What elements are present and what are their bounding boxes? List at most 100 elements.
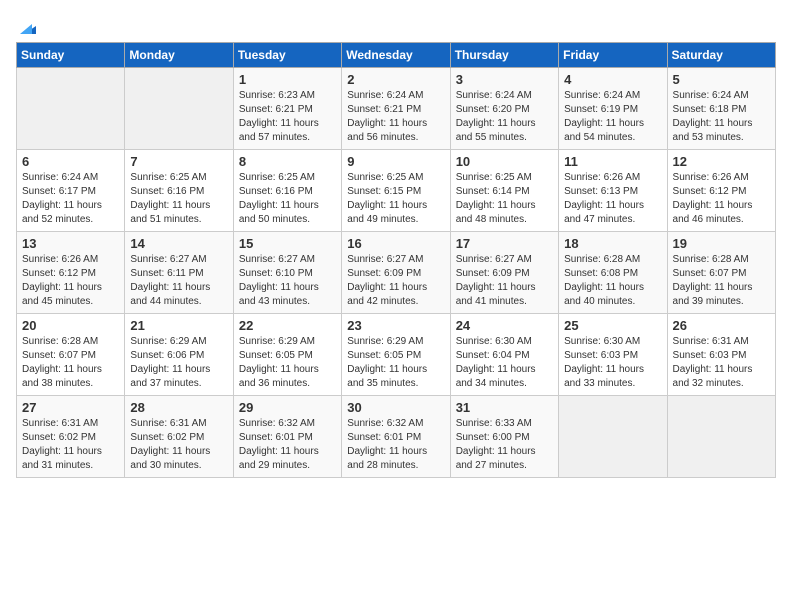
- calendar-cell: [667, 396, 775, 478]
- day-info: Sunrise: 6:25 AMSunset: 6:16 PMDaylight:…: [239, 171, 336, 227]
- day-info: Sunrise: 6:24 AMSunset: 6:19 PMDaylight:…: [564, 89, 661, 145]
- day-number: 18: [564, 236, 661, 251]
- day-info: Sunrise: 6:29 AMSunset: 6:06 PMDaylight:…: [130, 335, 227, 391]
- calendar-cell: [17, 68, 125, 150]
- calendar-cell: 17 Sunrise: 6:27 AMSunset: 6:09 PMDayligh…: [450, 232, 558, 314]
- calendar-cell: 14 Sunrise: 6:27 AMSunset: 6:11 PMDayligh…: [125, 232, 233, 314]
- calendar-cell: 9 Sunrise: 6:25 AMSunset: 6:15 PMDaylight…: [342, 150, 450, 232]
- calendar-cell: 12 Sunrise: 6:26 AMSunset: 6:12 PMDayligh…: [667, 150, 775, 232]
- day-number: 31: [456, 400, 553, 415]
- day-number: 29: [239, 400, 336, 415]
- day-number: 2: [347, 72, 444, 87]
- day-number: 9: [347, 154, 444, 169]
- calendar-cell: 28 Sunrise: 6:31 AMSunset: 6:02 PMDayligh…: [125, 396, 233, 478]
- day-number: 20: [22, 318, 119, 333]
- calendar-cell: 11 Sunrise: 6:26 AMSunset: 6:13 PMDayligh…: [559, 150, 667, 232]
- day-number: 13: [22, 236, 119, 251]
- day-info: Sunrise: 6:27 AMSunset: 6:09 PMDaylight:…: [347, 253, 444, 309]
- day-info: Sunrise: 6:29 AMSunset: 6:05 PMDaylight:…: [239, 335, 336, 391]
- day-number: 24: [456, 318, 553, 333]
- day-number: 25: [564, 318, 661, 333]
- day-number: 1: [239, 72, 336, 87]
- calendar-cell: 3 Sunrise: 6:24 AMSunset: 6:20 PMDaylight…: [450, 68, 558, 150]
- calendar-week-1: 1 Sunrise: 6:23 AMSunset: 6:21 PMDaylight…: [17, 68, 776, 150]
- day-number: 10: [456, 154, 553, 169]
- day-info: Sunrise: 6:28 AMSunset: 6:07 PMDaylight:…: [22, 335, 119, 391]
- day-info: Sunrise: 6:28 AMSunset: 6:08 PMDaylight:…: [564, 253, 661, 309]
- day-info: Sunrise: 6:33 AMSunset: 6:00 PMDaylight:…: [456, 417, 553, 473]
- calendar-week-3: 13 Sunrise: 6:26 AMSunset: 6:12 PMDayligh…: [17, 232, 776, 314]
- calendar-cell: 10 Sunrise: 6:25 AMSunset: 6:14 PMDayligh…: [450, 150, 558, 232]
- calendar-week-4: 20 Sunrise: 6:28 AMSunset: 6:07 PMDayligh…: [17, 314, 776, 396]
- calendar-cell: 2 Sunrise: 6:24 AMSunset: 6:21 PMDaylight…: [342, 68, 450, 150]
- day-number: 23: [347, 318, 444, 333]
- calendar-cell: 29 Sunrise: 6:32 AMSunset: 6:01 PMDayligh…: [233, 396, 341, 478]
- calendar-cell: 16Sunrise: 6:27 AMSunset: 6:09 PMDayligh…: [342, 232, 450, 314]
- day-info: Sunrise: 6:25 AMSunset: 6:15 PMDaylight:…: [347, 171, 444, 227]
- day-number: 17: [456, 236, 553, 251]
- day-info: Sunrise: 6:25 AMSunset: 6:14 PMDaylight:…: [456, 171, 553, 227]
- day-number: 11: [564, 154, 661, 169]
- calendar-cell: 7Sunrise: 6:25 AMSunset: 6:16 PMDaylight…: [125, 150, 233, 232]
- day-info: Sunrise: 6:23 AMSunset: 6:21 PMDaylight:…: [239, 89, 336, 145]
- calendar-cell: 20 Sunrise: 6:28 AMSunset: 6:07 PMDayligh…: [17, 314, 125, 396]
- day-number: 14: [130, 236, 227, 251]
- calendar-cell: 1 Sunrise: 6:23 AMSunset: 6:21 PMDaylight…: [233, 68, 341, 150]
- day-number: 19: [673, 236, 770, 251]
- logo: [16, 16, 40, 34]
- day-info: Sunrise: 6:31 AMSunset: 6:02 PMDaylight:…: [130, 417, 227, 473]
- calendar-cell: [125, 68, 233, 150]
- calendar-cell: 23 Sunrise: 6:29 AMSunset: 6:05 PMDayligh…: [342, 314, 450, 396]
- calendar-week-2: 6 Sunrise: 6:24 AMSunset: 6:17 PMDaylight…: [17, 150, 776, 232]
- weekday-header-friday: Friday: [559, 43, 667, 68]
- day-info: Sunrise: 6:24 AMSunset: 6:18 PMDaylight:…: [673, 89, 770, 145]
- day-info: Sunrise: 6:26 AMSunset: 6:12 PMDaylight:…: [22, 253, 119, 309]
- day-number: 5: [673, 72, 770, 87]
- day-info: Sunrise: 6:24 AMSunset: 6:20 PMDaylight:…: [456, 89, 553, 145]
- calendar-cell: 19 Sunrise: 6:28 AMSunset: 6:07 PMDayligh…: [667, 232, 775, 314]
- day-number: 28: [130, 400, 227, 415]
- day-info: Sunrise: 6:26 AMSunset: 6:13 PMDaylight:…: [564, 171, 661, 227]
- day-number: 15: [239, 236, 336, 251]
- day-info: Sunrise: 6:26 AMSunset: 6:12 PMDaylight:…: [673, 171, 770, 227]
- day-number: 30: [347, 400, 444, 415]
- day-info: Sunrise: 6:31 AMSunset: 6:02 PMDaylight:…: [22, 417, 119, 473]
- day-number: 6: [22, 154, 119, 169]
- calendar-cell: 25 Sunrise: 6:30 AMSunset: 6:03 PMDayligh…: [559, 314, 667, 396]
- calendar-table: SundayMondayTuesdayWednesdayThursdayFrid…: [16, 42, 776, 478]
- calendar-cell: 18 Sunrise: 6:28 AMSunset: 6:08 PMDayligh…: [559, 232, 667, 314]
- logo-icon: [18, 16, 40, 38]
- calendar-cell: 30 Sunrise: 6:32 AMSunset: 6:01 PMDayligh…: [342, 396, 450, 478]
- weekday-header-thursday: Thursday: [450, 43, 558, 68]
- day-number: 3: [456, 72, 553, 87]
- calendar-cell: 31 Sunrise: 6:33 AMSunset: 6:00 PMDayligh…: [450, 396, 558, 478]
- day-info: Sunrise: 6:24 AMSunset: 6:17 PMDaylight:…: [22, 171, 119, 227]
- calendar-cell: 13 Sunrise: 6:26 AMSunset: 6:12 PMDayligh…: [17, 232, 125, 314]
- page-header: [16, 16, 776, 34]
- calendar-cell: 26Sunrise: 6:31 AMSunset: 6:03 PMDayligh…: [667, 314, 775, 396]
- calendar-cell: 5 Sunrise: 6:24 AMSunset: 6:18 PMDaylight…: [667, 68, 775, 150]
- calendar-cell: 4 Sunrise: 6:24 AMSunset: 6:19 PMDaylight…: [559, 68, 667, 150]
- day-info: Sunrise: 6:27 AMSunset: 6:09 PMDaylight:…: [456, 253, 553, 309]
- day-info: Sunrise: 6:32 AMSunset: 6:01 PMDaylight:…: [239, 417, 336, 473]
- calendar-cell: 22 Sunrise: 6:29 AMSunset: 6:05 PMDayligh…: [233, 314, 341, 396]
- day-info: Sunrise: 6:24 AMSunset: 6:21 PMDaylight:…: [347, 89, 444, 145]
- calendar-cell: 24 Sunrise: 6:30 AMSunset: 6:04 PMDayligh…: [450, 314, 558, 396]
- day-info: Sunrise: 6:27 AMSunset: 6:10 PMDaylight:…: [239, 253, 336, 309]
- day-info: Sunrise: 6:27 AMSunset: 6:11 PMDaylight:…: [130, 253, 227, 309]
- day-info: Sunrise: 6:28 AMSunset: 6:07 PMDaylight:…: [673, 253, 770, 309]
- day-info: Sunrise: 6:25 AMSunset: 6:16 PMDaylight:…: [130, 171, 227, 227]
- day-number: 27: [22, 400, 119, 415]
- day-info: Sunrise: 6:30 AMSunset: 6:03 PMDaylight:…: [564, 335, 661, 391]
- calendar-cell: 27 Sunrise: 6:31 AMSunset: 6:02 PMDayligh…: [17, 396, 125, 478]
- day-number: 12: [673, 154, 770, 169]
- calendar-cell: 15 Sunrise: 6:27 AMSunset: 6:10 PMDayligh…: [233, 232, 341, 314]
- day-info: Sunrise: 6:29 AMSunset: 6:05 PMDaylight:…: [347, 335, 444, 391]
- day-info: Sunrise: 6:32 AMSunset: 6:01 PMDaylight:…: [347, 417, 444, 473]
- day-number: 22: [239, 318, 336, 333]
- day-number: 21: [130, 318, 227, 333]
- day-info: Sunrise: 6:30 AMSunset: 6:04 PMDaylight:…: [456, 335, 553, 391]
- day-number: 4: [564, 72, 661, 87]
- calendar-cell: 6 Sunrise: 6:24 AMSunset: 6:17 PMDaylight…: [17, 150, 125, 232]
- weekday-header-tuesday: Tuesday: [233, 43, 341, 68]
